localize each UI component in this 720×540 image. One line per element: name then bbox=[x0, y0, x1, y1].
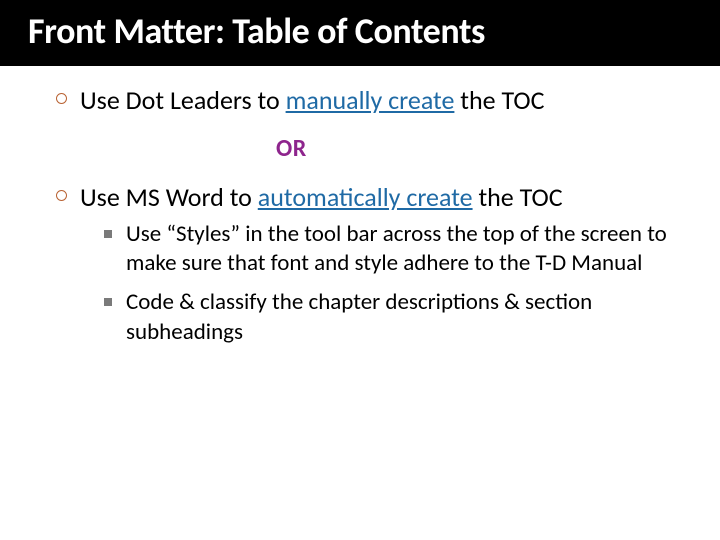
sub-bullet-code-classify: Code & classify the chapter descriptions… bbox=[104, 288, 672, 347]
slide: Front Matter: Table of Contents Use Dot … bbox=[0, 0, 720, 540]
sub-bullet-group: Use “Styles” in the tool bar across the … bbox=[80, 220, 672, 348]
slide-body: Use Dot Leaders to manually create the T… bbox=[0, 66, 720, 348]
text-fragment: the TOC bbox=[473, 181, 563, 213]
or-separator: OR bbox=[56, 134, 672, 163]
text-fragment: Use Dot Leaders to bbox=[80, 84, 286, 116]
text-fragment: Use MS Word to bbox=[80, 181, 258, 213]
link-manually-create[interactable]: manually create bbox=[286, 84, 455, 116]
bullet-auto-toc: Use MS Word to automatically create the … bbox=[56, 181, 672, 347]
bullet-manual-toc: Use Dot Leaders to manually create the T… bbox=[56, 84, 672, 117]
link-automatically-create[interactable]: automatically create bbox=[258, 181, 473, 213]
sub-bullet-styles: Use “Styles” in the tool bar across the … bbox=[104, 220, 672, 279]
text-fragment: the TOC bbox=[454, 84, 544, 116]
slide-title: Front Matter: Table of Contents bbox=[0, 0, 720, 66]
